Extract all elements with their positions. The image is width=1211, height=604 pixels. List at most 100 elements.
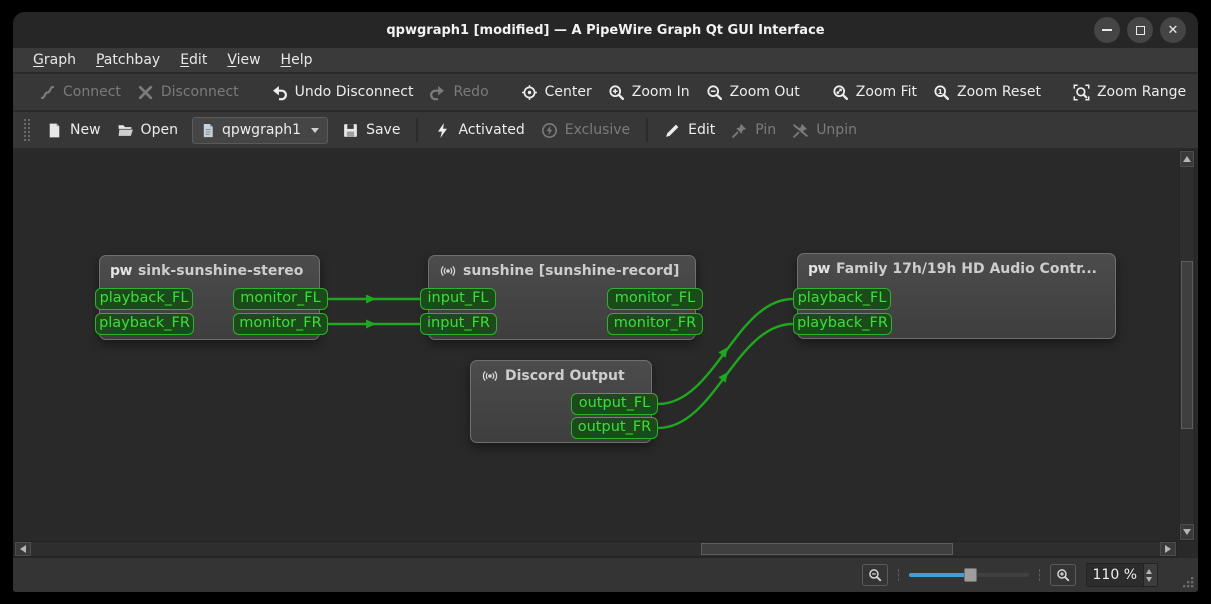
menu-help[interactable]: Help [271,50,323,70]
resize-grip[interactable] [1181,575,1195,589]
stream-icon [481,368,499,384]
open-folder-icon [117,122,134,139]
pin-button[interactable]: Pin [723,117,784,144]
undo-icon [271,84,288,101]
statusbar-zoom-out-button[interactable] [861,564,888,586]
arrow-up-icon [1183,156,1191,162]
slider-tick [897,569,899,581]
zoom-percent-spinbox[interactable]: 110 % [1085,563,1158,587]
horizontal-scrollbar[interactable] [14,541,1177,557]
zoom-percent-value: 110 % [1092,567,1137,583]
new-document-icon [46,122,63,139]
port-discord-output_FL[interactable]: output_FL [571,393,658,415]
connect-icon [39,84,56,101]
chevron-down-icon [311,127,320,133]
patchbay-selector[interactable]: qpwgraph1 [191,116,329,144]
zoom-in-button[interactable]: Zoom In [600,79,698,106]
zoom-slider-handle[interactable] [963,568,977,582]
spin-up-button[interactable] [1146,568,1152,574]
scroll-right-button[interactable] [1160,542,1176,556]
zoom-reset-icon [933,84,950,101]
lightning-bolt-icon [434,122,451,139]
port-sunshine-monitor_FL[interactable]: monitor_FL [607,288,703,310]
zoom-out-button[interactable]: Zoom Out [698,79,808,106]
exclusive-button[interactable]: Exclusive [533,117,638,144]
vertical-scrollbar[interactable] [1179,150,1195,541]
menu-bar: Graph Patchbay Edit View Help [13,48,1198,74]
horizontal-scrollbar-thumb[interactable] [701,543,953,555]
menu-edit[interactable]: Edit [170,50,217,70]
arrow-right-icon [1165,545,1171,553]
unpin-button[interactable]: Unpin [784,117,865,144]
toolbar-separator [416,118,419,142]
toolbar-file: New Open qpwgraph1 Save Activated Exclus… [13,112,1198,150]
scroll-left-button[interactable] [15,542,31,556]
port-sink-playback_FR[interactable]: playback_FR [95,313,194,335]
spinbox-steppers [1143,564,1157,586]
vertical-scrollbar-thumb[interactable] [1181,261,1193,429]
minimize-button[interactable] [1094,17,1120,43]
patchbay-file-icon [201,123,216,138]
slider-tick [1038,569,1040,581]
menu-view[interactable]: View [217,50,270,70]
zoom-fit-icon [832,84,849,101]
save-floppy-icon [342,122,359,139]
zoom-slider[interactable] [908,567,1029,583]
maximize-button[interactable] [1127,17,1153,43]
node-title: sunshine [sunshine-record] [429,256,695,279]
status-bar: 110 % [13,557,1198,592]
open-button[interactable]: Open [109,117,186,144]
zoom-out-icon [706,84,723,101]
port-sunshine-input_FL[interactable]: input_FL [420,288,496,310]
app-window: qpwgraph1 [modified] — A PipeWire Graph … [13,12,1198,592]
stream-icon [439,263,457,279]
statusbar-zoom-in-button[interactable] [1049,564,1076,586]
zoom-out-icon [868,568,882,582]
port-sunshine-monitor_FR[interactable]: monitor_FR [607,313,703,335]
connection-wires [328,294,794,430]
port-sink-monitor_FL[interactable]: monitor_FL [233,288,328,310]
menu-patchbay[interactable]: Patchbay [86,50,170,70]
disconnect-button[interactable]: Disconnect [129,79,247,106]
connect-button[interactable]: Connect [31,79,129,106]
pipewire-icon: pw [808,261,830,277]
graph-canvas[interactable]: pw sink-sunshine-stereo playback_FL play… [13,150,1198,557]
zoom-fit-button[interactable]: Zoom Fit [824,79,925,106]
disconnect-icon [137,84,154,101]
save-button[interactable]: Save [334,117,408,144]
scroll-down-button[interactable] [1180,524,1194,540]
scroll-up-button[interactable] [1180,151,1194,167]
center-button[interactable]: Center [513,79,600,106]
port-discord-output_FR[interactable]: output_FR [571,417,658,439]
maximize-icon [1135,25,1145,35]
redo-button[interactable]: Redo [421,79,496,106]
undo-button[interactable]: Undo Disconnect [263,79,422,106]
zoom-range-button[interactable]: Zoom Range [1065,79,1194,106]
toolbar-separator [646,118,649,142]
zoom-in-icon [608,84,625,101]
node-title: pw Family 17h/19h HD Audio Contr... [808,261,1097,277]
toolbar-drag-handle[interactable] [23,118,30,142]
port-family-playback_FR[interactable]: playback_FR [793,313,892,335]
title-bar: qpwgraph1 [modified] — A PipeWire Graph … [13,12,1198,48]
activated-button[interactable]: Activated [426,117,532,144]
port-sunshine-input_FR[interactable]: input_FR [420,313,497,335]
close-icon: ✕ [1167,22,1179,38]
menu-graph[interactable]: Graph [23,50,86,70]
redo-icon [429,84,446,101]
spin-down-button[interactable] [1146,576,1152,582]
port-family-playback_FL[interactable]: playback_FL [793,288,891,310]
arrow-left-icon [20,545,26,553]
node-title: Discord Output [471,361,651,384]
pushpin-icon [731,122,748,139]
port-sink-playback_FL[interactable]: playback_FL [95,288,193,310]
new-button[interactable]: New [38,117,109,144]
center-icon [521,84,538,101]
zoom-reset-button[interactable]: Zoom Reset [925,79,1049,106]
pushpin-crossed-icon [792,122,809,139]
edit-button[interactable]: Edit [656,117,723,144]
zoom-range-icon [1073,84,1090,101]
close-button[interactable]: ✕ [1160,17,1186,43]
port-sink-monitor_FR[interactable]: monitor_FR [233,313,328,335]
minimize-icon [1102,29,1112,31]
